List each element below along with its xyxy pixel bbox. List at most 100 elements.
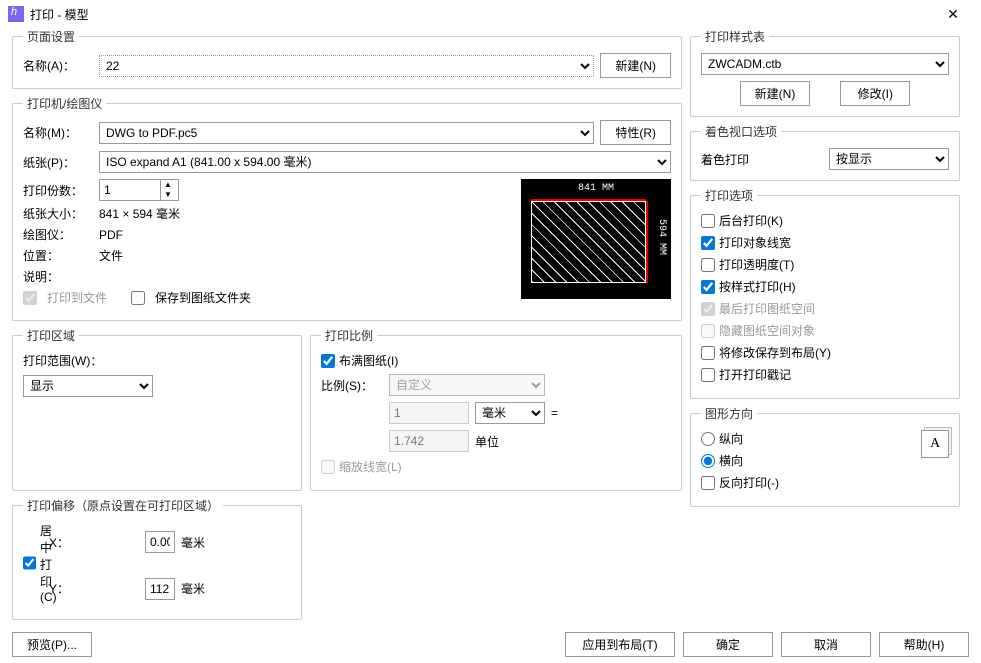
hide-label: 隐藏图纸空间对象 xyxy=(719,322,815,339)
lw-label[interactable]: 打印对象线宽 xyxy=(719,234,791,251)
offset-x-input[interactable] xyxy=(145,531,175,553)
style-new-button[interactable]: 新建(N) xyxy=(740,81,811,106)
scale-unit-label: 单位 xyxy=(475,433,545,450)
scale-equals: = xyxy=(551,406,571,420)
scale-lw-label: 缩放线宽(L) xyxy=(339,458,402,475)
preview-width-label: 841 MM xyxy=(521,183,671,194)
window-title: 打印 - 模型 xyxy=(30,6,933,23)
desc-label: 说明： xyxy=(23,268,93,285)
offset-y-label: Y： xyxy=(49,580,139,597)
location-value: 文件 xyxy=(99,247,123,264)
portrait-radio[interactable] xyxy=(701,432,715,446)
options-legend: 打印选项 xyxy=(701,187,757,204)
save-folder-checkbox[interactable] xyxy=(131,291,145,305)
papersize-value: 841 × 594 毫米 xyxy=(99,205,180,222)
paper-preview: 841 MM 594 MM xyxy=(521,179,671,299)
spinner-up-icon[interactable]: ▲ xyxy=(161,180,175,190)
spinner-down-icon[interactable]: ▼ xyxy=(161,190,175,200)
page-setup-legend: 页面设置 xyxy=(23,28,79,45)
apply-layout-button[interactable]: 应用到布局(T) xyxy=(565,632,675,657)
location-label: 位置： xyxy=(23,247,93,264)
save-layout-label[interactable]: 将修改保存到布局(Y) xyxy=(719,344,831,361)
stamp-checkbox[interactable] xyxy=(701,368,715,382)
preview-button[interactable]: 预览(P)... xyxy=(12,632,92,657)
shade-select[interactable]: 按显示 xyxy=(829,148,949,170)
cancel-button[interactable]: 取消 xyxy=(781,632,871,657)
copies-input[interactable] xyxy=(100,180,160,200)
scale-num-input xyxy=(389,402,469,424)
papersize-label: 纸张大小： xyxy=(23,205,93,222)
offset-legend: 打印偏移（原点设置在可打印区域） xyxy=(23,497,223,514)
landscape-radio[interactable] xyxy=(701,454,715,468)
shade-label: 着色打印 xyxy=(701,151,823,168)
page-setup-group: 页面设置 名称(A)： 22 新建(N) xyxy=(12,28,682,89)
fit-paper-label[interactable]: 布满图纸(I) xyxy=(339,352,398,369)
pagesetup-name-select[interactable]: 22 xyxy=(99,55,594,77)
range-label: 打印范围(W)： xyxy=(23,352,102,369)
hide-checkbox xyxy=(701,324,715,338)
offset-y-input[interactable] xyxy=(145,578,175,600)
print-to-file-checkbox xyxy=(23,291,37,305)
save-layout-checkbox[interactable] xyxy=(701,346,715,360)
scale-lw-checkbox xyxy=(321,460,335,474)
print-area-group: 打印区域 打印范围(W)： 显示 xyxy=(12,327,302,491)
save-folder-label[interactable]: 保存到图纸文件夹 xyxy=(155,289,251,306)
bystyle-label[interactable]: 按样式打印(H) xyxy=(719,278,796,295)
orientation-group: 图形方向 纵向 横向 反向打印(-) A xyxy=(690,405,960,507)
offset-x-label: X： xyxy=(49,534,139,551)
paper-label: 纸张(P)： xyxy=(23,154,93,171)
trans-checkbox[interactable] xyxy=(701,258,715,272)
offset-group: 打印偏移（原点设置在可打印区域） X： 毫米 居中打印(C) Y： 毫米 xyxy=(12,497,302,620)
stamp-label[interactable]: 打开打印戳记 xyxy=(719,366,791,383)
ratio-label: 比例(S)： xyxy=(321,377,383,394)
help-button[interactable]: 帮助(H) xyxy=(879,632,969,657)
preview-height-label: 594 MM xyxy=(656,219,667,255)
landscape-label[interactable]: 横向 xyxy=(719,452,743,469)
plotter-label: 绘图仪： xyxy=(23,226,93,243)
range-select[interactable]: 显示 xyxy=(23,375,153,397)
print-area-legend: 打印区域 xyxy=(23,327,79,344)
fit-paper-checkbox[interactable] xyxy=(321,354,335,368)
printer-props-button[interactable]: 特性(R) xyxy=(600,120,671,145)
ratio-select: 自定义 xyxy=(389,374,545,396)
shade-legend: 着色视口选项 xyxy=(701,123,781,140)
orientation-icon: A xyxy=(921,430,949,458)
lw-checkbox[interactable] xyxy=(701,236,715,250)
last-checkbox xyxy=(701,302,715,316)
printer-group: 打印机/绘图仪 名称(M)： DWG to PDF.pc5 特性(R) 纸张(P… xyxy=(12,95,682,321)
last-label: 最后打印图纸空间 xyxy=(719,300,815,317)
copies-label: 打印份数： xyxy=(23,182,93,199)
app-icon xyxy=(8,6,24,22)
print-scale-legend: 打印比例 xyxy=(321,327,377,344)
shade-group: 着色视口选项 着色打印 按显示 xyxy=(690,123,960,181)
printer-name-label: 名称(M)： xyxy=(23,124,93,141)
style-table-group: 打印样式表 ZWCADM.ctb 新建(N) 修改(I) xyxy=(690,28,960,117)
orientation-legend: 图形方向 xyxy=(701,405,757,422)
options-group: 打印选项 后台打印(K) 打印对象线宽 打印透明度(T) 按样式打印(H) 最后… xyxy=(690,187,960,399)
bg-print-label[interactable]: 后台打印(K) xyxy=(719,212,783,229)
style-table-legend: 打印样式表 xyxy=(701,28,769,45)
plotter-value: PDF xyxy=(99,228,123,242)
scale-denom-input xyxy=(389,430,469,452)
reverse-label[interactable]: 反向打印(-) xyxy=(719,474,779,491)
style-edit-button[interactable]: 修改(I) xyxy=(840,81,910,106)
bg-print-checkbox[interactable] xyxy=(701,214,715,228)
bystyle-checkbox[interactable] xyxy=(701,280,715,294)
offset-x-unit: 毫米 xyxy=(181,534,291,551)
style-select[interactable]: ZWCADM.ctb xyxy=(701,53,949,75)
scale-unit-select[interactable]: 毫米 xyxy=(475,402,545,424)
close-icon[interactable]: ✕ xyxy=(933,6,973,23)
ok-button[interactable]: 确定 xyxy=(683,632,773,657)
paper-select[interactable]: ISO expand A1 (841.00 x 594.00 毫米) xyxy=(99,151,671,173)
copies-spinner[interactable]: ▲▼ xyxy=(99,179,179,201)
portrait-label[interactable]: 纵向 xyxy=(719,430,743,447)
pagesetup-new-button[interactable]: 新建(N) xyxy=(600,53,671,78)
print-scale-group: 打印比例 布满图纸(I) 比例(S)： 自定义 毫米 = xyxy=(310,327,682,491)
printer-name-select[interactable]: DWG to PDF.pc5 xyxy=(99,122,594,144)
center-checkbox[interactable] xyxy=(23,556,36,570)
pagesetup-name-label: 名称(A)： xyxy=(23,57,93,74)
reverse-checkbox[interactable] xyxy=(701,476,715,490)
trans-label[interactable]: 打印透明度(T) xyxy=(719,256,794,273)
offset-y-unit: 毫米 xyxy=(181,580,291,597)
print-to-file-label: 打印到文件 xyxy=(47,289,107,306)
